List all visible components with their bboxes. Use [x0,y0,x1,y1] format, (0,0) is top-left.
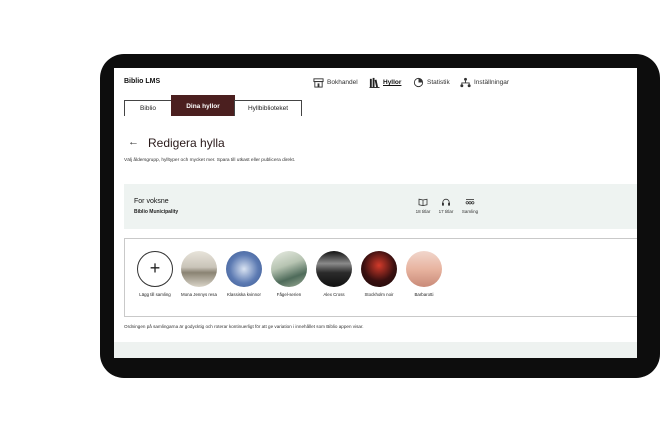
collections-panel: + Lägg till samling Mona Jennys resa Kla… [124,238,637,317]
tab-dina-hyllor[interactable]: Dina hyllor [171,95,235,116]
hierarchy-icon [460,77,471,88]
collections-footnote: Ordningen på samlingarna är godycktig oc… [124,324,364,329]
collection-cover [406,251,442,287]
collection-item[interactable]: Fågel-serien [267,251,311,298]
collection-label: Lägg till samling [139,292,171,297]
add-collection-button[interactable]: + Lägg till samling [133,251,177,298]
bottom-band [114,342,637,358]
collection-label: Mona Jennys resa [181,292,217,297]
collection-label: Klassiska kvinnor [227,292,261,297]
app-brand: Biblio LMS [124,78,161,85]
nav-label: Hyllor [383,79,402,86]
books-icon [369,77,380,88]
collection-cover [181,251,217,287]
headphones-icon [442,198,450,206]
collection-cover [271,251,307,287]
collection-label: Barbarotti [414,292,434,297]
collection-item[interactable]: Alex Cross [312,251,356,298]
collection-item[interactable]: Barbarotti [402,251,446,298]
tab-biblio[interactable]: Biblio [124,100,172,116]
stat-collection: Samling [456,198,484,214]
shelf-owner: Biblio Municipality [134,209,179,215]
page-subtitle: Välj åldersgrupp, hylltyper och mycket m… [124,158,296,163]
tab-hyllbiblioteket[interactable]: Hyllbiblioteket [234,100,302,116]
book-open-icon [418,198,428,206]
page-title: Redigera hylla [148,136,225,150]
plus-icon: + [137,251,173,287]
pie-chart-icon [413,77,424,88]
nav-item-statistik[interactable]: Statistik [413,77,450,88]
shelf-name: For voksne [134,198,169,205]
collection-item[interactable]: Mona Jennys resa [177,251,221,298]
stat-label: 18 titlar [415,209,431,214]
collection-item[interactable]: Klassiska kvinnor [222,251,266,298]
nav-label: Bokhandel [327,79,358,86]
collection-cover [316,251,352,287]
main-content: ← Redigera hylla Välj åldersgrupp, hyllt… [114,116,637,358]
app-screen: Biblio LMS Bokhandel Hyllor Statistik In… [114,68,637,358]
nav-item-hyllor[interactable]: Hyllor [369,77,401,88]
collection-label: Stockholm noir [364,292,394,297]
store-icon [313,78,324,88]
collection-cover [361,251,397,287]
shelf-summary-card: For voksne Biblio Municipality 18 titlar… [124,184,637,229]
nav-label: Statistik [427,79,450,86]
collection-item[interactable]: Stockholm noir [357,251,401,298]
stat-label: Samling [461,209,479,214]
top-navigation: Biblio LMS Bokhandel Hyllor Statistik In… [114,68,637,98]
collection-label: Alex Cross [323,292,345,297]
back-arrow-icon[interactable]: ← [128,136,139,148]
nav-item-installningar[interactable]: Inställningar [460,77,509,88]
collection-icon [465,199,475,205]
tab-bar: Biblio Dina hyllor Hyllbiblioteket [114,95,637,117]
collection-cover [226,251,262,287]
stat-label: 17 titlar [438,209,454,214]
nav-label: Inställningar [474,79,510,86]
nav-item-bokhandel[interactable]: Bokhandel [313,77,358,88]
collection-label: Fågel-serien [276,292,302,297]
